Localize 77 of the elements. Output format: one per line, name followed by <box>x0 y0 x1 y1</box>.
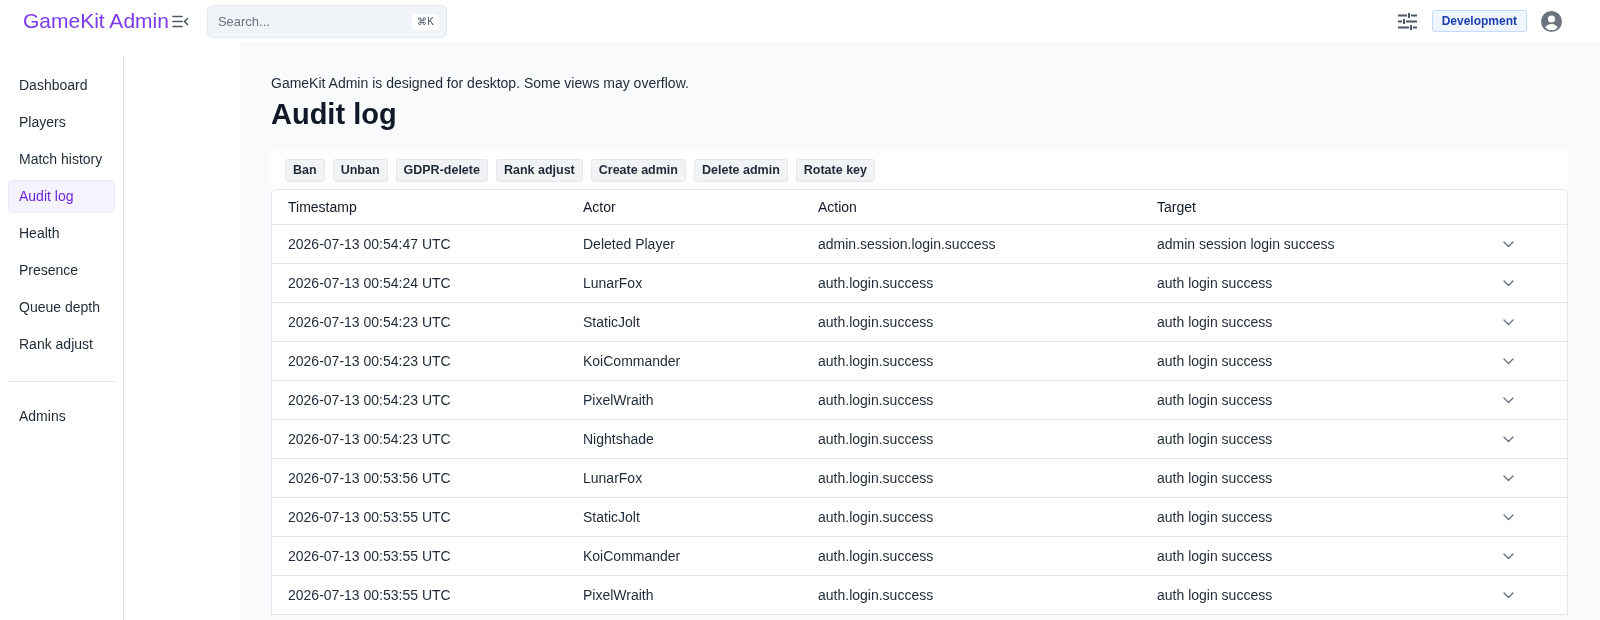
chevron-down-icon[interactable] <box>1502 240 1514 248</box>
table-cell: auth login success <box>1157 587 1273 603</box>
sidebar-item[interactable]: Admins <box>8 400 115 433</box>
sidebar-item[interactable]: Queue depth <box>8 291 115 324</box>
sidebar-item[interactable]: Players <box>8 106 115 139</box>
table-cell: KoiCommander <box>583 548 681 564</box>
sidebar-item[interactable]: Health <box>8 217 115 250</box>
filter-chip[interactable]: Rank adjust <box>495 158 583 182</box>
filter-chip[interactable]: Rotate key <box>795 158 876 182</box>
column-header: Action <box>818 199 857 215</box>
table-cell: auth login success <box>1157 509 1273 525</box>
table-cell: auth login success <box>1157 431 1273 447</box>
table-cell: 2026-07-13 00:53:55 UTC <box>288 509 451 525</box>
column-header: Timestamp <box>288 199 357 215</box>
table-cell: 2026-07-13 00:54:23 UTC <box>288 353 451 369</box>
table-cell: PixelWraith <box>583 392 654 408</box>
desktop-notice: GameKit Admin is designed for desktop. Some views may overflow. <box>271 74 690 93</box>
table-cell: Nightshade <box>583 431 654 447</box>
table-cell: auth.login.success <box>818 509 934 525</box>
chevron-down-icon[interactable] <box>1502 435 1514 443</box>
column-header: Target <box>1157 199 1196 215</box>
sidebar-item[interactable]: Audit log <box>8 180 115 213</box>
chevron-down-icon[interactable] <box>1502 552 1514 560</box>
table-cell: auth.login.success <box>818 431 934 447</box>
table-cell: 2026-07-13 00:54:23 UTC <box>288 392 451 408</box>
table-cell: 2026-07-13 00:54:23 UTC <box>288 431 451 447</box>
table-cell: auth.login.success <box>818 548 934 564</box>
chevron-down-icon[interactable] <box>1502 396 1514 404</box>
chevron-down-icon[interactable] <box>1502 513 1514 521</box>
table-cell: LunarFox <box>583 470 643 486</box>
column-header: Actor <box>583 199 616 215</box>
collapse-menu-icon[interactable] <box>171 14 189 28</box>
table-cell: auth login success <box>1157 392 1273 408</box>
table-cell: auth.login.success <box>818 314 934 330</box>
filter-chip[interactable]: Ban <box>285 158 325 182</box>
table-cell: auth.login.success <box>818 275 934 291</box>
table-cell: auth login success <box>1157 314 1273 330</box>
filter-chip[interactable]: Unban <box>332 158 388 182</box>
chevron-down-icon[interactable] <box>1502 591 1514 599</box>
table-cell: Deleted Player <box>583 236 675 252</box>
table-cell: 2026-07-13 00:54:47 UTC <box>288 236 451 252</box>
filter-chip[interactable]: Create admin <box>590 158 686 182</box>
sidebar-item[interactable]: Presence <box>8 254 115 287</box>
page-title: Audit log <box>271 97 398 131</box>
table-cell: KoiCommander <box>583 353 681 369</box>
chevron-down-icon[interactable] <box>1502 318 1514 326</box>
table-cell: 2026-07-13 00:53:56 UTC <box>288 470 451 486</box>
filter-chip[interactable]: GDPR-delete <box>395 158 488 182</box>
table-cell: auth login success <box>1157 470 1273 486</box>
table-cell: StaticJolt <box>583 509 640 525</box>
table-cell: StaticJolt <box>583 314 640 330</box>
sidebar-item[interactable]: Dashboard <box>8 69 115 102</box>
sliders-icon[interactable] <box>1397 11 1417 31</box>
table-cell: auth.login.success <box>818 353 934 369</box>
environment-badge: Development <box>1431 10 1527 32</box>
table-cell: auth.login.success <box>818 392 934 408</box>
app-logo[interactable]: GameKit Admin <box>23 8 169 34</box>
chevron-down-icon[interactable] <box>1502 357 1514 365</box>
table-cell: LunarFox <box>583 275 643 291</box>
table-cell: PixelWraith <box>583 587 654 603</box>
table-cell: 2026-07-13 00:53:55 UTC <box>288 587 451 603</box>
chevron-down-icon[interactable] <box>1502 279 1514 287</box>
table-cell: auth login success <box>1157 548 1273 564</box>
table-cell: 2026-07-13 00:53:55 UTC <box>288 548 451 564</box>
table-cell: admin session login success <box>1157 236 1335 252</box>
chevron-down-icon[interactable] <box>1502 474 1514 482</box>
avatar-icon[interactable] <box>1541 10 1562 32</box>
table-cell: auth.login.success <box>818 470 934 486</box>
table-cell: auth login success <box>1157 275 1273 291</box>
sidebar-item[interactable]: Rank adjust <box>8 328 115 361</box>
filter-chip[interactable]: Delete admin <box>694 158 788 182</box>
table-cell: 2026-07-13 00:54:23 UTC <box>288 314 451 330</box>
sidebar-item[interactable]: Match history <box>8 143 115 176</box>
table-cell: 2026-07-13 00:54:24 UTC <box>288 275 451 291</box>
table-cell: admin.session.login.success <box>818 236 996 252</box>
table-cell: auth login success <box>1157 353 1273 369</box>
table-cell: auth.login.success <box>818 587 934 603</box>
